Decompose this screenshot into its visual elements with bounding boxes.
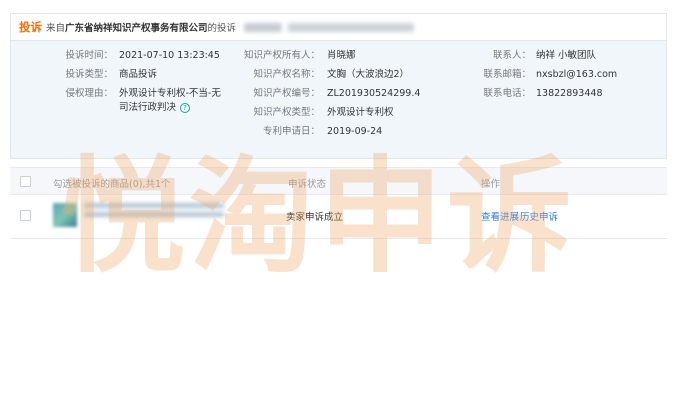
goods-column-header: 勾选被投诉的商品(0),共1个 <box>53 179 171 190</box>
complaint-tag: 投诉 <box>19 20 42 34</box>
appeal-history-link[interactable]: 历史申诉 <box>520 209 558 223</box>
contact-phone: 13822893448 <box>536 88 603 99</box>
complaint-header: 投诉 来自 广东省纳祥知识产权事务有限公司 的投诉 <box>11 14 666 41</box>
field-label: 联系邮箱： <box>483 69 531 80</box>
complaint-suffix: 的投诉 <box>207 23 237 34</box>
complainant-company: 广东省纳祥知识产权事务有限公司 <box>65 23 208 34</box>
contact-email: nxsbzl@163.com <box>536 69 618 80</box>
field-label: 联系人： <box>492 50 531 61</box>
field-label: 联系电话： <box>483 88 531 99</box>
select-all-checkbox[interactable] <box>20 176 31 187</box>
field-label: 专利申请日： <box>262 126 320 137</box>
view-progress-link[interactable]: 查看进展 <box>481 209 519 223</box>
product-thumbnail[interactable] <box>53 203 77 227</box>
field-label: 知识产权类型： <box>253 107 320 118</box>
from-prefix: 来自 <box>46 23 66 34</box>
row-checkbox[interactable] <box>20 210 31 221</box>
ip-type: 外观设计专利权 <box>327 107 394 118</box>
redacted-id <box>244 22 415 32</box>
table-header: 勾选被投诉的商品(0),共1个 申诉状态 操作 <box>10 167 667 195</box>
status-column-header: 申诉状态 <box>288 179 327 190</box>
appeal-status: 卖家申诉成立 <box>286 212 344 223</box>
complaint-card: 投诉 来自 广东省纳祥知识产权事务有限公司 的投诉 投诉时间： 2021-07-… <box>10 13 667 159</box>
patent-application-date: 2019-09-24 <box>327 126 383 137</box>
contact-person: 纳祥 小敏团队 <box>536 50 597 61</box>
action-column-header: 操作 <box>481 179 501 190</box>
redacted-product-title <box>84 203 224 221</box>
table-row: 卖家申诉成立 查看进展 历史申诉 <box>10 195 667 239</box>
goods-table: 勾选被投诉的商品(0),共1个 申诉状态 操作 卖家申诉成立 查看进展 历史申诉 <box>10 167 667 239</box>
